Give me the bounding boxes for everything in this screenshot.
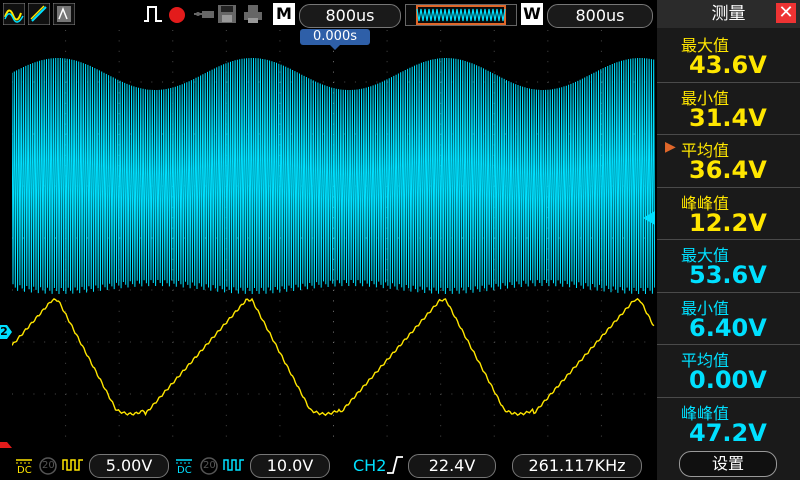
- ch1-waveform: [11, 297, 655, 417]
- ch1-scale[interactable]: 5.00V: [89, 454, 169, 478]
- timebase-value[interactable]: 800us: [299, 4, 401, 28]
- ch2-coupling: DC: [177, 465, 192, 476]
- measurement-item[interactable]: ▶ 平均值 36.4V: [657, 135, 800, 188]
- waveform-graticule: [11, 30, 656, 447]
- ch1-bw: 20: [42, 460, 55, 471]
- run-mode-icon[interactable]: [3, 3, 25, 25]
- measurement-item[interactable]: 最大值 43.6V: [657, 30, 800, 83]
- trigger-edge-icon[interactable]: [142, 3, 164, 25]
- persist-icon[interactable]: [53, 3, 75, 25]
- window-label: W: [521, 3, 543, 25]
- ch2-level-marker: 2: [0, 325, 8, 338]
- bottom-status-bar: DC 20 5.00V DC 20 10.0V CH2 22.4V 261.11…: [0, 448, 655, 480]
- waveform-overview[interactable]: [405, 4, 517, 26]
- measurement-item[interactable]: 峰峰值 47.2V: [657, 398, 800, 451]
- close-icon[interactable]: ✕: [776, 3, 796, 23]
- timebase-label: M: [273, 3, 295, 25]
- window-value[interactable]: 800us: [547, 4, 653, 28]
- trigger-pointer-icon: [329, 44, 341, 50]
- ch1-coupling: DC: [17, 465, 32, 476]
- trigger-level[interactable]: 22.4V: [408, 454, 496, 478]
- record-icon[interactable]: [166, 3, 188, 25]
- settings-button[interactable]: 设置: [679, 451, 777, 477]
- measurement-value: 47.2V: [689, 418, 767, 447]
- ch2-bw: 20: [203, 460, 216, 471]
- rise-edge-icon[interactable]: [386, 455, 404, 475]
- save-icon[interactable]: [216, 3, 238, 25]
- measurement-value: 53.6V: [689, 261, 767, 289]
- measurement-item[interactable]: 最小值 6.40V: [657, 293, 800, 346]
- frequency-readout: 261.117KHz: [512, 454, 642, 478]
- measurement-value: 12.2V: [689, 208, 767, 237]
- ch1-pulse-icon: [62, 459, 83, 471]
- measurement-value: 0.00V: [689, 366, 767, 394]
- measurement-value: 31.4V: [689, 103, 767, 132]
- measurement-item[interactable]: 峰峰值 12.2V: [657, 188, 800, 241]
- ch2-scale[interactable]: 10.0V: [250, 454, 330, 478]
- arrow-right-icon: ▶: [665, 139, 676, 155]
- measurement-value: 6.40V: [689, 313, 767, 342]
- trigger-level-arrow-icon[interactable]: [643, 211, 655, 225]
- measurement-value: 36.4V: [689, 156, 767, 184]
- measurement-panel: 测量 ✕ 最大值 43.6V 最小值 31.4V ▶ 平均值 36.4V 峰峰值 12.2V 最大…: [657, 0, 800, 480]
- measurement-item[interactable]: 最大值 53.6V: [657, 240, 800, 293]
- measurement-value: 43.6V: [689, 51, 767, 79]
- measurement-item[interactable]: 最小值 31.4V: [657, 83, 800, 136]
- print-icon[interactable]: [242, 3, 264, 25]
- pen-icon[interactable]: [28, 3, 50, 25]
- trigger-position-marker[interactable]: 0.000s: [300, 29, 370, 45]
- top-toolbar: M 800us W 800us: [0, 0, 655, 30]
- trigger-source[interactable]: CH2: [353, 456, 386, 475]
- probe-icon: [194, 11, 214, 18]
- waveform-display[interactable]: [11, 30, 656, 447]
- ch2-pulse-icon: [223, 459, 244, 471]
- measurement-item[interactable]: 平均值 0.00V: [657, 345, 800, 398]
